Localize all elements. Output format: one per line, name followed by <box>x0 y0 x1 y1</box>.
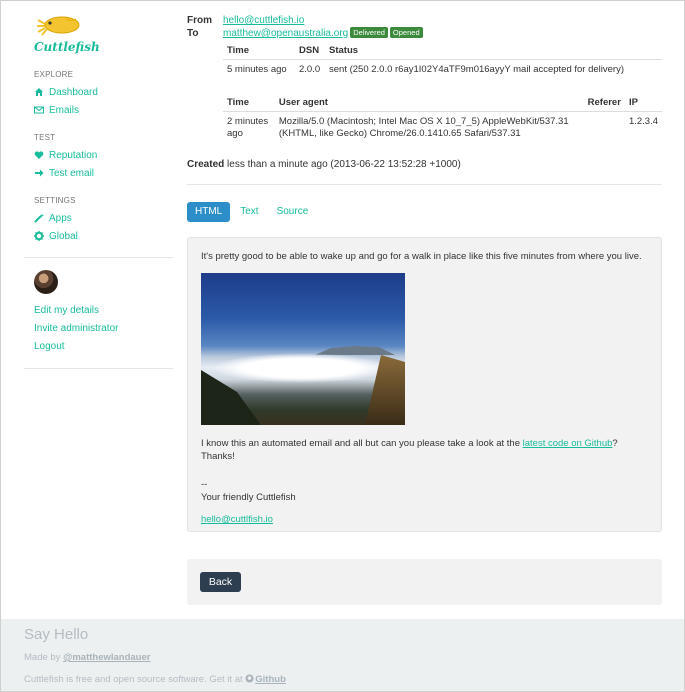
table-header-row: Time User agent Referer IP <box>223 94 662 112</box>
from-row: From hello@cuttlefish.io <box>187 14 662 27</box>
table-header-row: Time DSN Status <box>223 42 662 60</box>
email-body: It's pretty good to be able to wake up a… <box>187 237 662 532</box>
invite-administrator-link[interactable]: Invite administrator <box>24 320 173 338</box>
table-row: 2 minutes ago Mozilla/5.0 (Macintosh; In… <box>223 112 662 145</box>
delivered-badge: Delivered <box>350 27 388 38</box>
sidebar-item-reputation[interactable]: Reputation <box>24 146 173 164</box>
column-header: IP <box>624 94 662 112</box>
logo[interactable]: Cuttlefish <box>34 14 173 56</box>
github-icon <box>245 674 254 683</box>
sidebar-item-test-email[interactable]: Test email <box>24 164 173 182</box>
edit-details-link[interactable]: Edit my details <box>24 302 173 320</box>
section-title-settings: SETTINGS <box>34 196 76 205</box>
logout-link[interactable]: Logout <box>24 338 173 356</box>
column-header: Referer <box>583 94 625 112</box>
column-header: Status <box>325 42 662 60</box>
body-request: I know this an automated email and all b… <box>201 437 648 463</box>
sidebar-item-emails[interactable]: Emails <box>24 101 173 119</box>
column-header: DSN <box>295 42 325 60</box>
from-label: From <box>187 15 212 26</box>
cog-icon <box>34 231 44 241</box>
column-header: User agent <box>274 94 584 112</box>
from-address[interactable]: hello@cuttlefish.io <box>223 14 304 27</box>
table-cell: 5 minutes ago <box>227 64 287 75</box>
tab-source[interactable]: Source <box>269 202 317 222</box>
section-title-explore: EXPLORE <box>34 70 74 79</box>
logo-text: Cuttlefish <box>34 40 100 54</box>
column-header: Time <box>223 94 275 112</box>
section-title-test: TEST <box>34 133 56 142</box>
sidebar-item-label: Test email <box>49 167 95 179</box>
table-cell: 2.0.0 <box>299 64 321 75</box>
oss-line: Cuttlefish is free and open source softw… <box>24 673 661 687</box>
opens-table: Time User agent Referer IP 2 minutes ago… <box>223 94 662 144</box>
to-address[interactable]: matthew@openaustralia.org <box>223 27 348 40</box>
tab-text[interactable]: Text <box>232 202 266 222</box>
arrow-right-icon <box>34 168 44 178</box>
made-by-line: Made by @matthewlandauer <box>24 651 661 665</box>
created-line: Created less than a minute ago (2013-06-… <box>187 159 461 170</box>
sidebar-divider <box>24 368 173 369</box>
wand-icon <box>34 213 44 223</box>
divider <box>187 184 662 185</box>
sidebar-divider <box>24 257 173 258</box>
opened-badge: Opened <box>389 27 423 38</box>
sidebar-item-label: Emails <box>49 104 80 116</box>
github-code-link[interactable]: latest code on Github <box>523 438 613 449</box>
email-detail: From hello@cuttlefish.io To matthew@open… <box>187 14 662 605</box>
author-link[interactable]: @matthewlandauer <box>63 652 150 663</box>
sidebar-item-apps[interactable]: Apps <box>24 209 173 227</box>
home-icon <box>34 87 44 97</box>
table-cell: 2 minutes ago <box>227 116 269 139</box>
to-row: To matthew@openaustralia.org Delivered O… <box>187 27 662 40</box>
created-label: Created <box>187 159 225 170</box>
table-cell: Mozilla/5.0 (Macintosh; Intel Mac OS X 1… <box>278 116 569 139</box>
footer: Say Hello Made by @matthewlandauer Cuttl… <box>1 619 684 691</box>
github-link-label: Github <box>255 674 286 685</box>
back-button[interactable]: Back <box>200 572 241 592</box>
landscape-photo <box>201 273 405 425</box>
heart-icon <box>34 150 44 160</box>
github-link[interactable]: Github <box>245 674 286 685</box>
sidebar: Cuttlefish EXPLORE Dashboard Emails TEST… <box>24 14 173 381</box>
actions-panel: Back <box>187 559 662 605</box>
signature-dash: -- <box>201 479 208 490</box>
cuttlefish-logo-icon <box>37 16 80 36</box>
deliveries-table: Time DSN Status 5 minutes ago 2.0.0 sent… <box>223 42 662 80</box>
avatar <box>34 270 58 294</box>
sidebar-item-label: Dashboard <box>49 86 98 98</box>
table-cell: sent (250 2.0.0 r6ay1I02Y4aTF9m016ayyY m… <box>329 64 625 75</box>
sidebar-item-dashboard[interactable]: Dashboard <box>24 83 173 101</box>
signature-email-link[interactable]: hello@cuttlfish.io <box>201 514 273 525</box>
made-by-text: Made by <box>24 652 64 663</box>
content-tabs: HTML Text Source <box>187 202 318 222</box>
body-intro: It's pretty good to be able to wake up a… <box>201 251 642 262</box>
sidebar-item-label: Reputation <box>49 149 98 161</box>
sidebar-item-global[interactable]: Global <box>24 227 173 245</box>
oss-text: Cuttlefish is free and open source softw… <box>24 674 246 685</box>
sidebar-item-label: Global <box>49 230 78 242</box>
body-request-text: I know this an automated email and all b… <box>201 438 523 449</box>
to-label: To <box>187 28 199 39</box>
envelope-icon <box>34 105 44 115</box>
created-value: less than a minute ago (2013-06-22 13:52… <box>227 159 461 170</box>
table-cell: 1.2.3.4 <box>628 116 658 127</box>
signature-name: Your friendly Cuttlefish <box>201 492 296 503</box>
tab-html[interactable]: HTML <box>187 202 231 222</box>
table-cell <box>584 112 625 145</box>
sidebar-item-label: Apps <box>49 212 72 224</box>
table-row: 5 minutes ago 2.0.0 sent (250 2.0.0 r6ay… <box>223 60 662 81</box>
footer-title: Say Hello <box>24 626 89 643</box>
column-header: Time <box>223 42 295 60</box>
